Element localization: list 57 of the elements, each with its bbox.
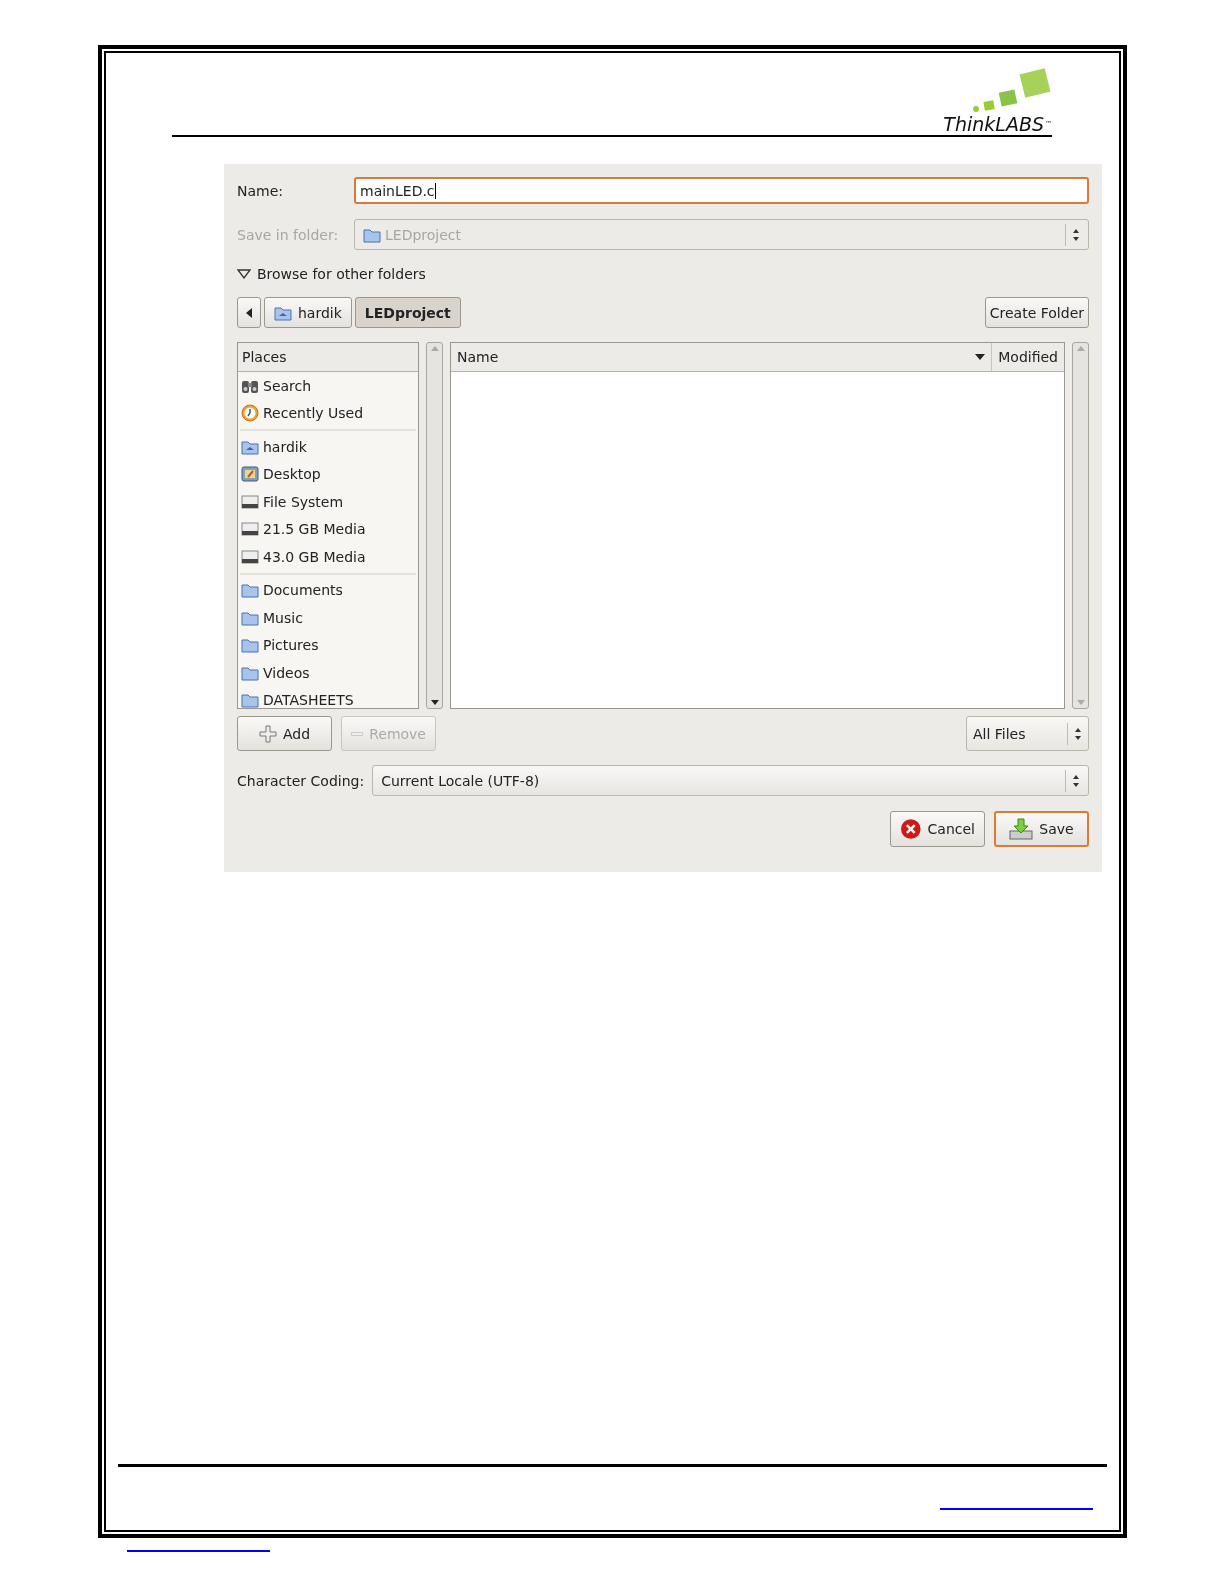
place-item[interactable]: Pictures [238, 631, 418, 659]
folder-icon [241, 692, 259, 708]
place-item[interactable]: Documents [238, 576, 418, 604]
down-arrow-icon[interactable] [430, 700, 439, 705]
download-drive-icon [1009, 818, 1034, 840]
clock-icon [241, 404, 259, 423]
desktop-icon [241, 466, 259, 483]
drive-icon [241, 549, 259, 564]
place-item[interactable]: hardik [238, 433, 418, 461]
up-arrow-icon[interactable] [1076, 346, 1085, 351]
browse-expander[interactable]: Browse for other folders [237, 266, 426, 282]
triangle-icon [237, 269, 251, 279]
path-button[interactable]: LEDproject [354, 297, 461, 328]
place-item[interactable]: 21.5 GB Media [238, 515, 418, 543]
home-folder-icon [241, 438, 259, 455]
scrollbar[interactable] [426, 342, 443, 709]
character-coding-dropdown[interactable]: Current Locale (UTF-8) [372, 765, 1089, 796]
place-item[interactable]: Videos [238, 659, 418, 687]
drive-icon [241, 494, 259, 509]
name-label: Name: [237, 182, 285, 199]
left-arrow-icon [246, 307, 252, 318]
folder-icon [363, 226, 381, 243]
folder-icon [241, 582, 259, 599]
folder-icon [241, 637, 259, 654]
place-item[interactable]: Desktop [238, 460, 418, 488]
scrollbar[interactable] [1072, 342, 1089, 709]
file-type-dropdown[interactable]: All Files [966, 716, 1089, 751]
column-header[interactable]: Name [451, 343, 993, 371]
place-item[interactable]: 43.0 GB Media [238, 543, 418, 571]
path-button[interactable]: hardik [264, 297, 352, 328]
save-in-folder-label: Save in folder: [237, 226, 340, 243]
place-item[interactable]: DATASHEETS [238, 686, 418, 708]
up-arrow-icon[interactable] [430, 346, 439, 351]
updown-arrows-icon [1072, 773, 1080, 788]
plus-icon [258, 724, 277, 743]
create-folder-button[interactable]: Create Folder [984, 297, 1089, 328]
close-icon [900, 818, 922, 840]
sort-arrow-icon [975, 354, 986, 360]
updown-arrows-icon [1072, 227, 1080, 242]
folder-icon [241, 664, 259, 681]
place-item[interactable]: Music [238, 604, 418, 632]
column-header[interactable]: Modified [992, 343, 1064, 371]
save-button[interactable]: Save [994, 811, 1089, 847]
cancel-button[interactable]: Cancel [890, 811, 985, 847]
place-item[interactable]: File System [238, 488, 418, 516]
character-coding-label: Character Coding: [237, 772, 365, 789]
minus-icon [351, 730, 364, 737]
back-button[interactable] [237, 297, 261, 328]
folder-icon [241, 609, 259, 626]
name-field[interactable]: mainLED.c [354, 177, 1089, 204]
place-item[interactable]: Recently Used [238, 399, 418, 427]
drive-icon [241, 522, 259, 537]
home-folder-icon [274, 304, 292, 321]
add-button[interactable]: Add [237, 716, 332, 751]
place-item[interactable]: Search [238, 372, 418, 400]
column-header[interactable]: Places [242, 349, 287, 365]
updown-arrows-icon [1074, 726, 1082, 741]
